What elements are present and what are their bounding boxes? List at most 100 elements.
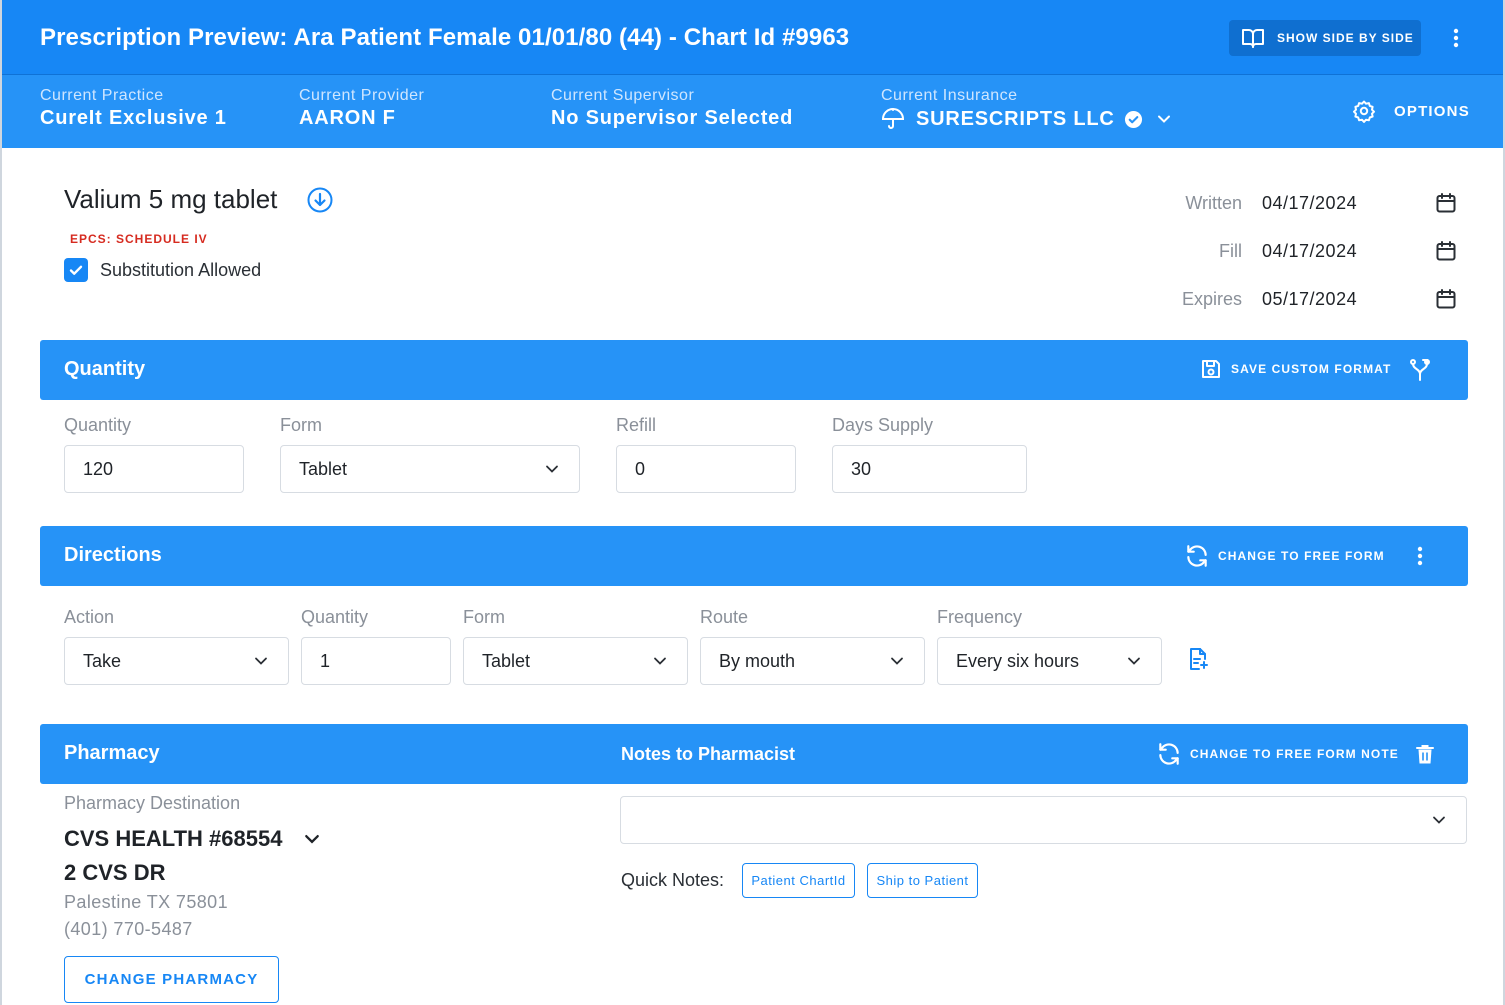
pharmacy-phone: (401) 770-5487	[64, 919, 193, 939]
refill-label: Refill	[616, 415, 657, 435]
drug-name: Valium 5 mg tablet	[64, 184, 278, 214]
more-options-icon[interactable]	[1442, 24, 1470, 52]
written-date-value[interactable]: 04/17/2024	[1262, 193, 1422, 214]
form-select[interactable]: Tablet	[280, 445, 580, 493]
form-label: Form	[280, 415, 322, 435]
save-custom-format-button[interactable]: SAVE CUSTOM FORMAT	[1199, 357, 1391, 381]
action-label: Action	[64, 607, 115, 627]
options-button[interactable]: OPTIONS	[1352, 99, 1470, 123]
quick-notes-label: Quick Notes:	[621, 870, 725, 890]
current-provider-value: AARON F	[299, 107, 396, 129]
verified-check-icon	[1124, 110, 1142, 128]
pharmacy-destination-label: Pharmacy Destination	[64, 793, 241, 813]
current-insurance-label: Current Insurance	[881, 87, 1018, 104]
calendar-icon[interactable]	[1434, 239, 1458, 263]
substitution-allowed-checkbox[interactable]: Substitution Allowed	[64, 258, 261, 282]
save-custom-format-label: SAVE CUSTOM FORMAT	[1231, 362, 1392, 376]
direction-quantity-input[interactable]: 1	[301, 637, 451, 685]
pharmacy-city: Palestine TX 75801	[64, 892, 228, 912]
show-side-by-side-label: SHOW SIDE BY SIDE	[1277, 31, 1414, 45]
chevron-down-icon	[1128, 657, 1140, 665]
quantity-section-header: Quantity SAVE CUSTOM FORMAT	[40, 340, 1468, 400]
options-label: OPTIONS	[1394, 102, 1470, 120]
umbrella-icon	[881, 108, 905, 129]
chevron-down-icon	[255, 657, 267, 665]
current-supervisor-value: No Supervisor Selected	[551, 107, 794, 129]
route-select[interactable]: By mouth	[700, 637, 925, 685]
days-supply-input[interactable]: 30	[832, 445, 1027, 493]
context-info-bar: Current Practice CureIt Exclusive 1 Curr…	[2, 75, 1503, 148]
fill-date-value[interactable]: 04/17/2024	[1262, 241, 1422, 262]
action-select[interactable]: Take	[64, 637, 289, 685]
pharmacy-selector[interactable]: CVS HEALTH #68554	[64, 826, 320, 852]
chevron-down-icon	[546, 465, 558, 473]
current-insurance: Current Insurance SURESCRIPTS LLC	[881, 87, 1171, 131]
change-to-free-form-note-button[interactable]: CHANGE TO FREE FORM NOTE	[1156, 741, 1399, 767]
pharmacy-address: 2 CVS DR	[64, 860, 166, 885]
frequency-select-value: Every six hours	[956, 650, 1080, 671]
form-select-value: Tablet	[299, 458, 348, 479]
checkbox-checked-icon	[64, 258, 88, 282]
add-document-icon[interactable]	[1186, 647, 1210, 671]
written-date-row: Written 04/17/2024	[1132, 188, 1462, 218]
direction-form-select[interactable]: Tablet	[463, 637, 688, 685]
change-to-free-form-note-label: CHANGE TO FREE FORM NOTE	[1190, 747, 1399, 761]
current-supervisor: Current Supervisor No Supervisor Selecte…	[551, 87, 793, 130]
quantity-label: Quantity	[64, 415, 132, 435]
action-select-value: Take	[83, 650, 122, 671]
directions-section-title: Directions	[64, 544, 162, 566]
prescription-preview-window: Prescription Preview: Ara Patient Female…	[0, 0, 1505, 1005]
notes-to-pharmacist-select[interactable]	[620, 796, 1467, 844]
refresh-icon	[1187, 545, 1207, 567]
current-practice-value: CureIt Exclusive 1	[40, 107, 227, 129]
pharmacy-section-title: Pharmacy	[64, 742, 160, 764]
fork-icon[interactable]	[1408, 358, 1432, 382]
expires-date-value[interactable]: 05/17/2024	[1262, 289, 1422, 310]
change-to-free-form-label: CHANGE TO FREE FORM	[1218, 549, 1385, 563]
more-options-icon[interactable]	[1410, 546, 1430, 566]
quick-note-chip-patient-chartid[interactable]: Patient ChartId	[742, 863, 855, 898]
insurance-selector[interactable]: SURESCRIPTS LLC	[881, 107, 1171, 131]
directions-section-header: Directions CHANGE TO FREE FORM	[40, 526, 1468, 586]
pharmacy-section-header: Pharmacy Notes to Pharmacist CHANGE TO F…	[40, 724, 1468, 784]
calendar-icon[interactable]	[1434, 191, 1458, 215]
chevron-down-icon	[1433, 816, 1445, 824]
refill-input[interactable]: 0	[616, 445, 796, 493]
expires-label: Expires	[1181, 288, 1242, 309]
change-to-free-form-button[interactable]: CHANGE TO FREE FORM	[1184, 543, 1385, 569]
route-label: Route	[700, 607, 749, 627]
quantity-input[interactable]: 120	[64, 445, 244, 493]
change-pharmacy-button[interactable]: CHANGE PHARMACY	[64, 956, 279, 1003]
chevron-down-icon	[1157, 115, 1170, 123]
current-provider: Current Provider AARON F	[299, 87, 424, 130]
title-bar: Prescription Preview: Ara Patient Female…	[2, 0, 1503, 75]
chevron-down-icon	[305, 835, 320, 844]
refresh-icon	[1159, 743, 1179, 765]
download-circle-icon[interactable]	[307, 187, 333, 213]
direction-quantity-label: Quantity	[301, 607, 369, 627]
current-practice-label: Current Practice	[40, 87, 164, 104]
notes-to-pharmacist-title: Notes to Pharmacist	[621, 744, 796, 764]
trash-icon[interactable]	[1414, 743, 1436, 765]
calendar-icon[interactable]	[1434, 287, 1458, 311]
substitution-allowed-label: Substitution Allowed	[100, 259, 262, 280]
quick-note-chip-ship-to-patient[interactable]: Ship to Patient	[867, 863, 978, 898]
gear-icon	[1353, 100, 1375, 123]
show-side-by-side-button[interactable]: SHOW SIDE BY SIDE	[1229, 20, 1421, 56]
days-supply-label: Days Supply	[832, 415, 934, 435]
direction-form-select-value: Tablet	[482, 650, 531, 671]
frequency-label: Frequency	[937, 607, 1023, 627]
epcs-schedule-badge: EPCS: SCHEDULE IV	[70, 232, 208, 246]
frequency-select[interactable]: Every six hours	[937, 637, 1162, 685]
current-supervisor-label: Current Supervisor	[551, 87, 695, 104]
quantity-section-title: Quantity	[64, 358, 146, 380]
current-practice: Current Practice CureIt Exclusive 1	[40, 87, 227, 130]
current-insurance-value: SURESCRIPTS LLC	[916, 107, 1115, 130]
route-select-value: By mouth	[719, 650, 796, 671]
page-title: Prescription Preview: Ara Patient Female…	[40, 24, 850, 51]
chevron-down-icon	[654, 657, 666, 665]
pharmacy-name: CVS HEALTH #68554	[64, 826, 283, 851]
chevron-down-icon	[891, 657, 903, 665]
written-label: Written	[1185, 192, 1242, 213]
expires-date-row: Expires 05/17/2024	[1132, 284, 1462, 314]
